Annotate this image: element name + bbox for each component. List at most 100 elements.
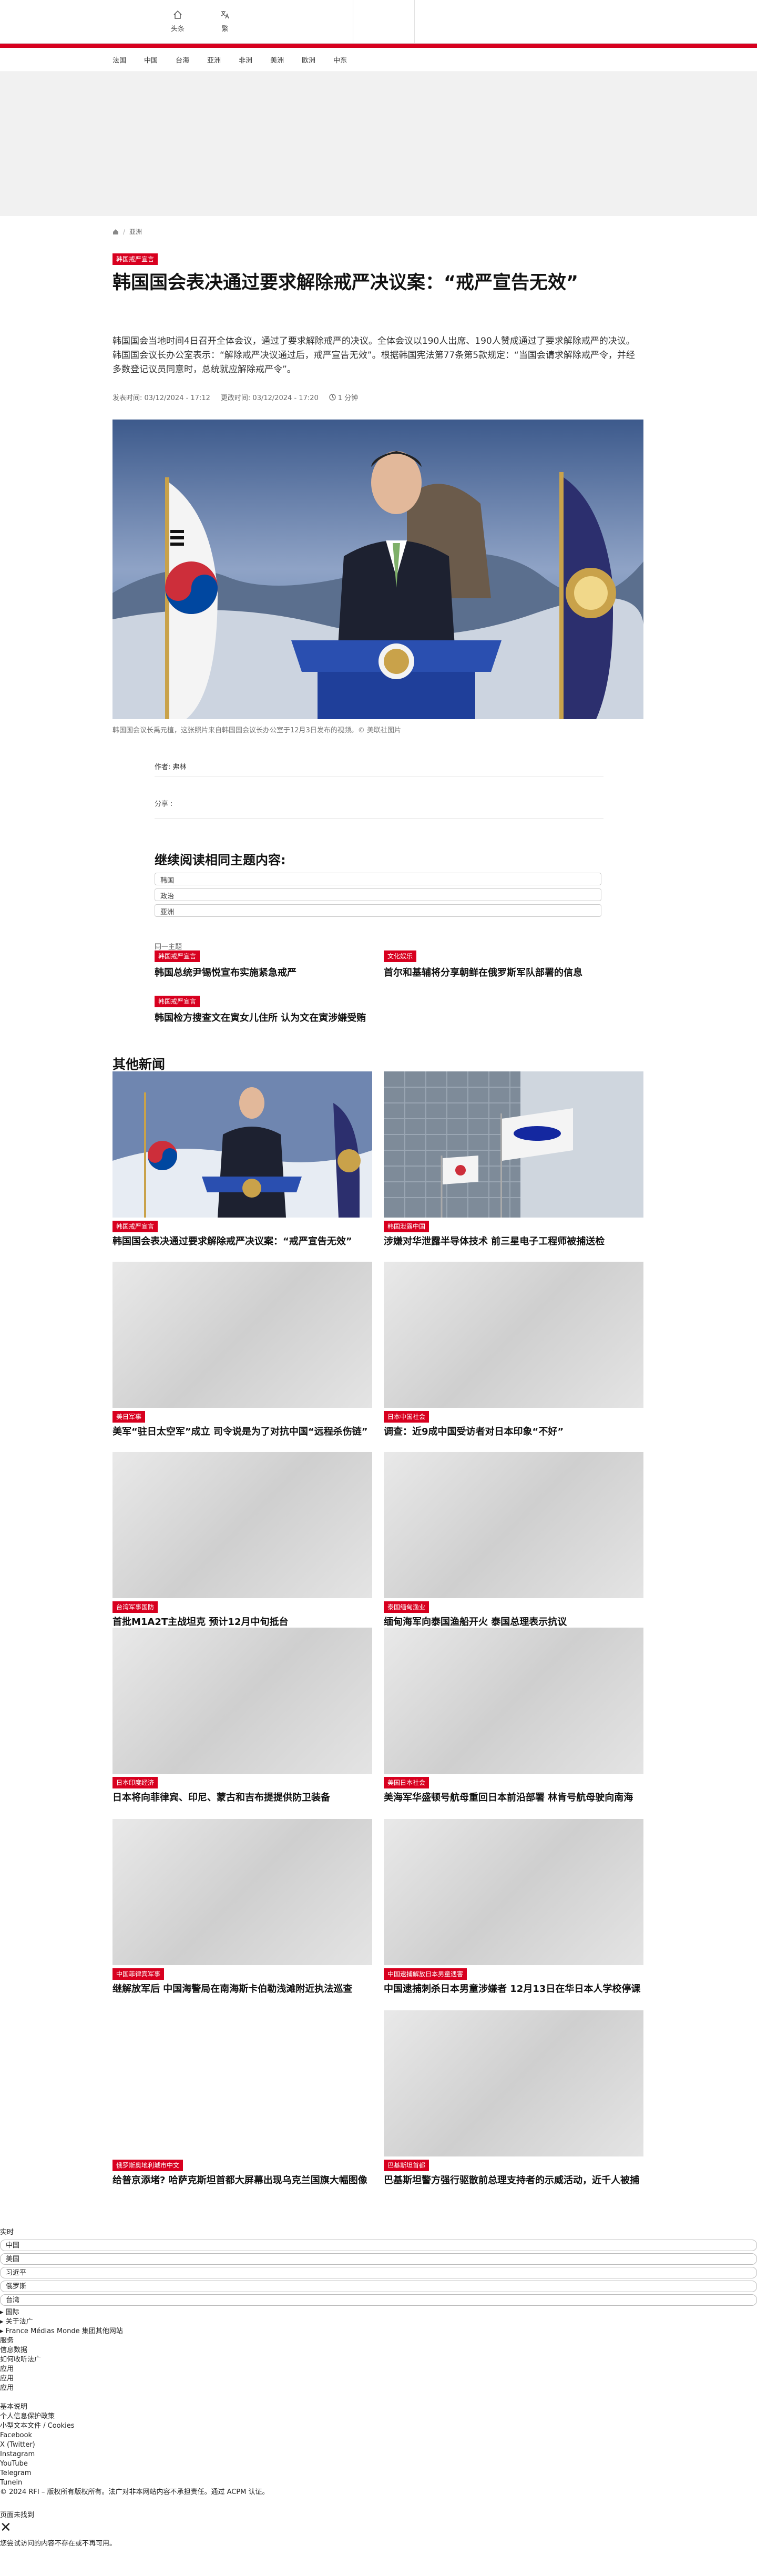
news-card[interactable]: 美日军事 美军“驻日太空军”成立 司令说是为了对抗中国“远程杀伤链”	[112, 1262, 372, 1439]
related-tag[interactable]: 韩国戒严宣言	[155, 996, 200, 1007]
news-tag[interactable]: 中国逮捕解放日本男童遇害	[384, 1968, 467, 1980]
news-tag[interactable]: 俄罗斯奥地利城市中文	[112, 2160, 183, 2171]
news-title[interactable]: 韩国国会表决通过要求解除戒严决议案：“戒严宣告无效”	[112, 1234, 372, 1249]
news-image[interactable]	[384, 1262, 643, 1408]
news-title[interactable]: 继解放军后 中国海警局在南海斯卡伯勒浅滩附近执法巡查	[112, 1982, 372, 1996]
news-image[interactable]	[384, 2010, 643, 2156]
keyword-link[interactable]: 韩国	[155, 873, 601, 885]
news-image[interactable]	[384, 1071, 643, 1218]
related-tag[interactable]: 文化娱乐	[384, 950, 417, 962]
article-tag[interactable]: 韩国戒严宣言	[112, 253, 158, 265]
news-tag[interactable]: 韩国戒严宣言	[112, 1221, 158, 1232]
news-title[interactable]: 巴基斯坦警方强行驱散前总理支持者的示威活动，近千人被捕	[384, 2173, 643, 2187]
nav-item[interactable]: 台海	[176, 55, 189, 65]
nav-item[interactable]: 亚洲	[207, 55, 221, 65]
footer-link[interactable]: 应用	[0, 2384, 757, 2393]
footer-link[interactable]: ▸ 关于法广	[0, 2317, 757, 2327]
breadcrumb-section[interactable]: 亚洲	[129, 227, 142, 236]
related-title[interactable]: 韩国检方搜查文在寅女儿住所 认为文在寅涉嫌受贿	[155, 1011, 375, 1025]
news-title[interactable]: 涉嫌对华泄露半导体技术 前三星电子工程师被捕送检	[384, 1234, 643, 1249]
news-image[interactable]	[112, 1262, 372, 1408]
related-title[interactable]: 韩国总统尹锡悦宣布实施紧急戒严	[155, 966, 375, 980]
trending-topic[interactable]: 美国	[0, 2253, 757, 2265]
legal-link[interactable]: 小型文本文件 / Cookies	[0, 2421, 757, 2431]
home-icon	[173, 10, 182, 19]
news-tag[interactable]: 韩国泄露中国	[384, 1221, 429, 1232]
news-title[interactable]: 缅甸海军向泰国渔船开火 泰国总理表示抗议	[384, 1615, 643, 1629]
keyword-link[interactable]: 政治	[155, 888, 601, 901]
home-icon[interactable]	[112, 229, 119, 235]
social-link[interactable]: Telegram	[0, 2469, 757, 2478]
nav-item[interactable]: 美洲	[270, 55, 284, 65]
news-title[interactable]: 中国逮捕刺杀日本男童涉嫌者 12月13日在华日本人学校停课	[384, 1982, 643, 1996]
social-link[interactable]: Facebook	[0, 2431, 757, 2440]
news-image[interactable]	[112, 1819, 372, 1965]
news-tag[interactable]: 巴基斯坦首都	[384, 2160, 429, 2171]
author-name[interactable]: 弗林	[173, 763, 187, 771]
news-tag[interactable]: 中国菲律宾军事	[112, 1968, 165, 1980]
news-card[interactable]: 中国逮捕解放日本男童遇害 中国逮捕刺杀日本男童涉嫌者 12月13日在华日本人学校…	[384, 1819, 643, 1996]
social-link[interactable]: X (Twitter)	[0, 2440, 757, 2450]
related-tag[interactable]: 韩国戒严宣言	[155, 950, 200, 962]
news-tag[interactable]: 美国日本社会	[384, 1777, 429, 1788]
news-tag[interactable]: 日本中国社会	[384, 1411, 429, 1423]
author-line: 作者: 弗林	[155, 763, 187, 771]
trending-topic[interactable]: 中国	[0, 2240, 757, 2251]
news-card[interactable]: 俄罗斯奥地利城市中文 给普京添堵? 哈萨克斯坦首都大屏幕出现乌克兰国旗大幅图像	[112, 2010, 372, 2187]
news-title[interactable]: 美海军华盛顿号航母重回日本前沿部署 林肯号航母驶向南海	[384, 1791, 643, 1805]
footer-link[interactable]: 应用	[0, 2365, 757, 2374]
news-card[interactable]: 美国日本社会 美海军华盛顿号航母重回日本前沿部署 林肯号航母驶向南海	[384, 1628, 643, 1805]
nav-item[interactable]: 欧洲	[302, 55, 315, 65]
trending-topic[interactable]: 台湾	[0, 2294, 757, 2306]
news-image[interactable]	[384, 1628, 643, 1774]
related-title[interactable]: 首尔和基辅将分享朝鲜在俄罗斯军队部署的信息	[384, 966, 605, 980]
news-card[interactable]: 日本中国社会 调查：近9成中国受访者对日本印象“不好”	[384, 1262, 643, 1439]
news-title[interactable]: 给普京添堵? 哈萨克斯坦首都大屏幕出现乌克兰国旗大幅图像	[112, 2173, 372, 2187]
news-image[interactable]	[112, 1628, 372, 1774]
footer-link[interactable]: 如何收听法广	[0, 2355, 757, 2365]
news-card[interactable]: 泰国缅甸渔业 缅甸海军向泰国渔船开火 泰国总理表示抗议	[384, 1452, 643, 1629]
keyword-link[interactable]: 亚洲	[155, 904, 601, 917]
footer-link[interactable]: ▸ 国际	[0, 2308, 757, 2317]
footer-link[interactable]: 应用	[0, 2374, 757, 2384]
social-link[interactable]: Tunein	[0, 2478, 757, 2488]
trending-topic[interactable]: 俄罗斯	[0, 2281, 757, 2292]
news-image[interactable]	[112, 1452, 372, 1598]
news-tag[interactable]: 美日军事	[112, 1411, 146, 1423]
news-card[interactable]: 巴基斯坦首都 巴基斯坦警方强行驱散前总理支持者的示威活动，近千人被捕	[384, 2010, 643, 2187]
home-button[interactable]: 头条	[162, 9, 193, 33]
nav-item[interactable]: 法国	[112, 55, 126, 65]
language-button[interactable]: 繁	[209, 9, 241, 33]
news-card[interactable]: 日本印度经济 日本将向菲律宾、印尼、蒙古和吉布提提供防卫装备	[112, 1628, 372, 1805]
related-article[interactable]: 韩国戒严宣言 韩国检方搜查文在寅女儿住所 认为文在寅涉嫌受贿	[155, 996, 375, 1025]
news-title[interactable]: 美军“驻日太空军”成立 司令说是为了对抗中国“远程杀伤链”	[112, 1425, 372, 1439]
news-title[interactable]: 日本将向菲律宾、印尼、蒙古和吉布提提供防卫装备	[112, 1791, 372, 1805]
news-tag[interactable]: 台湾军事国防	[112, 1601, 158, 1613]
legal-link[interactable]: 个人信息保护政策	[0, 2412, 757, 2421]
news-card[interactable]: 韩国戒严宣言 韩国国会表决通过要求解除戒严决议案：“戒严宣告无效”	[112, 1071, 372, 1249]
news-title[interactable]: 首批M1A2T主战坦克 预计12月中旬抵台	[112, 1615, 372, 1629]
social-link[interactable]: YouTube	[0, 2459, 757, 2469]
realtime-label: 实时	[0, 2229, 14, 2236]
social-link[interactable]: Instagram	[0, 2450, 757, 2459]
news-tag[interactable]: 泰国缅甸渔业	[384, 1601, 429, 1613]
news-card[interactable]: 台湾军事国防 首批M1A2T主战坦克 预计12月中旬抵台	[112, 1452, 372, 1629]
ad-banner	[0, 72, 757, 216]
nav-item[interactable]: 中东	[333, 55, 347, 65]
related-article[interactable]: 韩国戒严宣言 韩国总统尹锡悦宣布实施紧急戒严	[155, 950, 375, 980]
nav-item[interactable]: 非洲	[239, 55, 252, 65]
news-image[interactable]	[384, 1452, 643, 1598]
news-card[interactable]: 中国菲律宾军事 继解放军后 中国海警局在南海斯卡伯勒浅滩附近执法巡查	[112, 1819, 372, 1996]
close-icon[interactable]: ✕	[0, 2520, 757, 2535]
footer-link[interactable]: ▸ France Médias Monde 集团其他网站	[0, 2327, 757, 2336]
news-title[interactable]: 调查：近9成中国受访者对日本印象“不好”	[384, 1425, 643, 1439]
nav-item[interactable]: 中国	[144, 55, 158, 65]
news-image[interactable]	[384, 1819, 643, 1965]
news-image[interactable]	[112, 1071, 372, 1218]
footer-link[interactable]: 信息数据	[0, 2346, 757, 2355]
footer-link[interactable]: 服务	[0, 2336, 757, 2346]
news-tag[interactable]: 日本印度经济	[112, 1777, 158, 1788]
trending-topic[interactable]: 习近平	[0, 2267, 757, 2278]
news-card[interactable]: 韩国泄露中国 涉嫌对华泄露半导体技术 前三星电子工程师被捕送检	[384, 1071, 643, 1249]
related-article[interactable]: 文化娱乐 首尔和基辅将分享朝鲜在俄罗斯军队部署的信息	[384, 950, 605, 980]
